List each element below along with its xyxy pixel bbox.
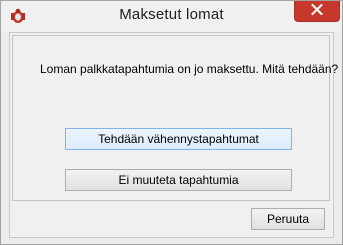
no-change-button[interactable]: Ei muuteta tapahtumia xyxy=(65,169,292,191)
cancel-button[interactable]: Peruuta xyxy=(251,208,325,230)
question-text: Loman palkkatapahtumia on jo maksettu. M… xyxy=(40,62,339,76)
title-bar[interactable]: Maksetut lomat xyxy=(1,1,342,32)
dialog-body: Loman palkkatapahtumia on jo maksettu. M… xyxy=(9,32,338,238)
question-panel: Loman palkkatapahtumia on jo maksettu. M… xyxy=(12,35,338,201)
create-deductions-button[interactable]: Tehdään vähennystapahtumat xyxy=(65,128,292,150)
close-button[interactable] xyxy=(294,1,340,22)
dialog-window: Maksetut lomat Loman palkkatapahtumia on… xyxy=(0,0,343,245)
window-title: Maksetut lomat xyxy=(119,6,224,23)
close-icon xyxy=(311,2,323,20)
